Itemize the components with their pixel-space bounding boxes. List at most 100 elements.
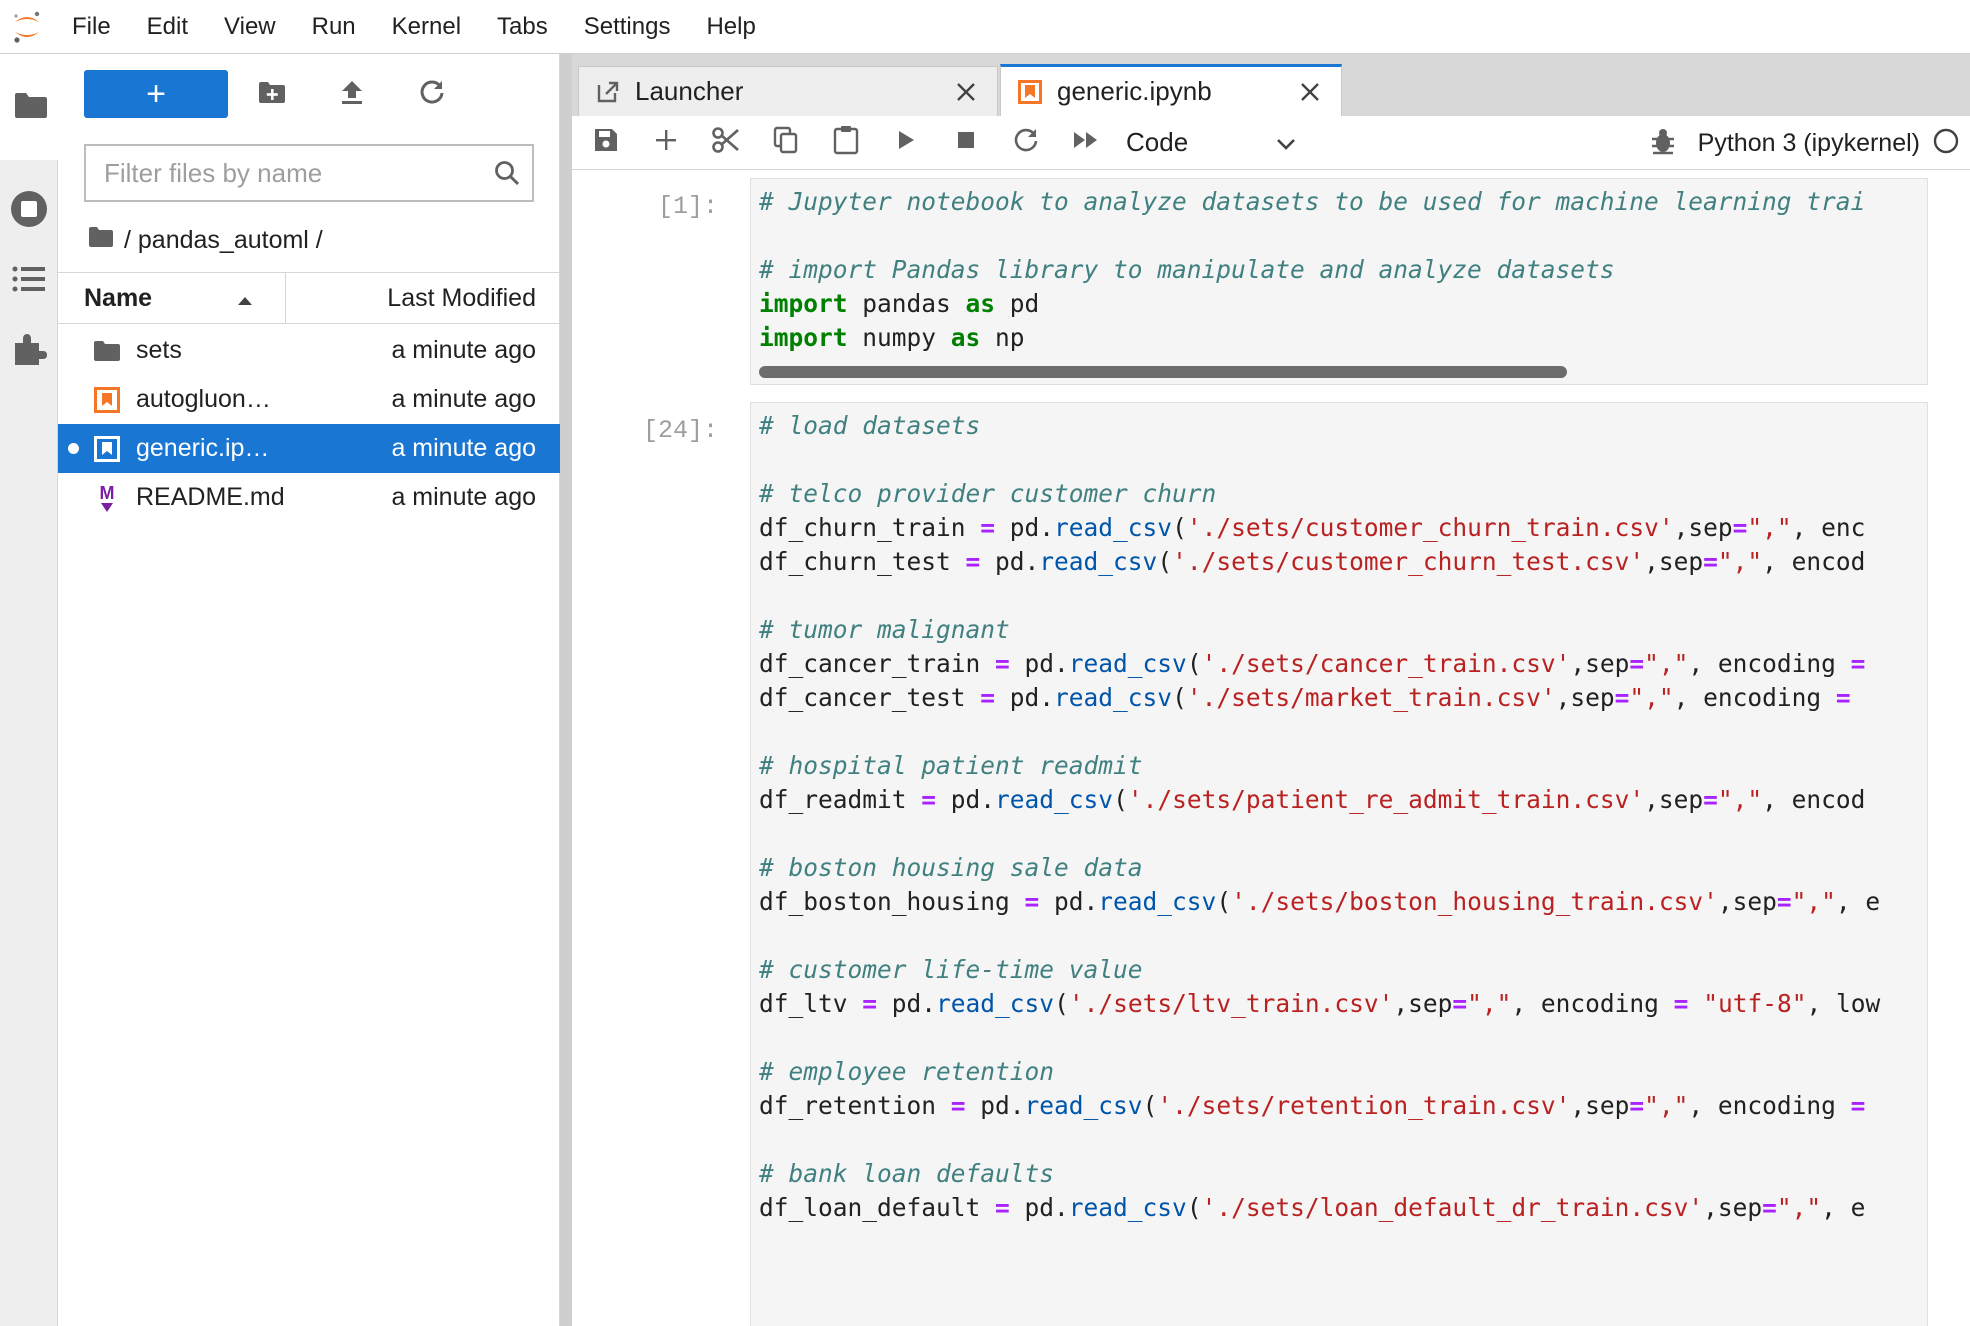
menu-kernel[interactable]: Kernel bbox=[374, 0, 479, 54]
running-sessions-tab[interactable] bbox=[0, 180, 58, 242]
breadcrumb-path[interactable]: / pandas_automl / bbox=[124, 226, 323, 255]
add-icon bbox=[654, 128, 678, 157]
code-editor[interactable]: # Jupyter notebook to analyze datasets t… bbox=[750, 178, 1928, 385]
kernel-name-button[interactable]: Python 3 (ipykernel) bbox=[1698, 129, 1920, 158]
code-cell-1[interactable]: [1]: # Jupyter notebook to analyze datas… bbox=[572, 178, 1970, 390]
code-token: = bbox=[1452, 989, 1468, 1018]
code-token: df_retention bbox=[759, 1091, 951, 1120]
code-line: df_retention = pd.read_csv('./sets/reten… bbox=[751, 1089, 1927, 1123]
code-token: , low bbox=[1806, 989, 1881, 1018]
panel-splitter[interactable] bbox=[560, 54, 572, 1326]
breadcrumb: / pandas_automl / bbox=[88, 220, 323, 260]
svg-text:M: M bbox=[100, 483, 115, 503]
file-row-autogluon[interactable]: autogluon… a minute ago bbox=[58, 375, 560, 424]
code-token: df_cancer_test bbox=[759, 683, 981, 712]
code-token: read_csv bbox=[1039, 547, 1158, 576]
code-line: # employee retention bbox=[751, 1055, 1927, 1089]
copy-icon bbox=[773, 126, 799, 159]
horizontal-scrollbar[interactable] bbox=[759, 366, 1567, 378]
close-icon[interactable] bbox=[951, 77, 981, 107]
file-listing-header: Name Last Modified bbox=[58, 272, 560, 324]
markdown-icon: M bbox=[88, 483, 126, 513]
code-token: # tumor malignant bbox=[759, 615, 1010, 644]
file-modified: a minute ago bbox=[391, 483, 536, 511]
table-of-contents-tab[interactable] bbox=[0, 250, 58, 312]
menu-tabs[interactable]: Tabs bbox=[479, 0, 566, 54]
notebook-icon bbox=[88, 385, 126, 415]
filter-files-input[interactable] bbox=[86, 157, 482, 189]
code-token: = bbox=[1850, 649, 1866, 678]
save-button[interactable] bbox=[576, 116, 636, 170]
code-token: './sets/market_train.csv' bbox=[1186, 683, 1556, 712]
debugger-bug-icon[interactable] bbox=[1650, 127, 1676, 160]
code-editor[interactable]: # load datasets # telco provider customer… bbox=[750, 402, 1928, 1326]
code-token: "," bbox=[1717, 547, 1763, 576]
code-line: # bank loan defaults bbox=[751, 1157, 1927, 1191]
code-token: # customer life-time value bbox=[759, 955, 1143, 984]
code-token: './sets/customer_churn_train.csv' bbox=[1186, 513, 1674, 542]
code-token: , encoding bbox=[1688, 1091, 1851, 1120]
tab-generic-notebook[interactable]: generic.ipynb bbox=[1000, 64, 1342, 116]
file-list: sets a minute ago autogluon… a minute ag… bbox=[58, 326, 560, 522]
menu-view[interactable]: View bbox=[206, 0, 294, 54]
column-header-last-modified[interactable]: Last Modified bbox=[286, 273, 560, 323]
refresh-button[interactable] bbox=[408, 70, 456, 118]
notebook-cells: [1]: # Jupyter notebook to analyze datas… bbox=[572, 178, 1970, 1326]
file-row-readme[interactable]: M README.md a minute ago bbox=[58, 473, 560, 522]
code-token: './sets/loan_default_dr_train.csv' bbox=[1201, 1193, 1704, 1222]
code-token: "utf-8" bbox=[1703, 989, 1807, 1018]
menu-run[interactable]: Run bbox=[294, 0, 374, 54]
cut-cell-button[interactable] bbox=[696, 116, 756, 170]
code-token: # telco provider customer churn bbox=[759, 479, 1217, 508]
code-token: ( bbox=[1157, 547, 1173, 576]
code-token: './sets/cancer_train.csv' bbox=[1201, 649, 1571, 678]
code-token: , e bbox=[1835, 887, 1881, 916]
column-header-name[interactable]: Name bbox=[58, 273, 286, 323]
restart-kernel-button[interactable] bbox=[996, 116, 1056, 170]
tab-label: generic.ipynb bbox=[1057, 76, 1212, 106]
insert-cell-button[interactable] bbox=[636, 116, 696, 170]
breadcrumb-home-folder-icon[interactable] bbox=[88, 226, 114, 255]
code-token: = bbox=[1614, 683, 1630, 712]
menu-settings[interactable]: Settings bbox=[566, 0, 689, 54]
new-folder-button[interactable] bbox=[248, 70, 296, 118]
document-tab-bar: Launcher generic.ipynb bbox=[572, 54, 1970, 116]
interrupt-kernel-button[interactable] bbox=[936, 116, 996, 170]
file-browser-tab[interactable] bbox=[0, 54, 58, 160]
upload-button[interactable] bbox=[328, 70, 376, 118]
code-token: read_csv bbox=[1054, 513, 1173, 542]
code-token: = bbox=[1703, 547, 1718, 576]
cell-type-select[interactable]: Code bbox=[1126, 127, 1296, 158]
code-token: read_csv bbox=[1054, 683, 1173, 712]
file-row-generic-notebook[interactable]: generic.ip… a minute ago bbox=[58, 424, 560, 473]
code-token: "," bbox=[1717, 785, 1763, 814]
paste-cell-button[interactable] bbox=[816, 116, 876, 170]
launcher-icon bbox=[593, 77, 623, 107]
copy-cell-button[interactable] bbox=[756, 116, 816, 170]
code-token: df_loan_default bbox=[759, 1193, 996, 1222]
jupyter-logo-icon[interactable] bbox=[0, 0, 54, 54]
file-row-sets[interactable]: sets a minute ago bbox=[58, 326, 560, 375]
menu-edit[interactable]: Edit bbox=[129, 0, 206, 54]
menu-help[interactable]: Help bbox=[688, 0, 773, 54]
extension-manager-tab[interactable] bbox=[0, 320, 58, 382]
code-line: # import Pandas library to manipulate an… bbox=[751, 253, 1927, 287]
run-cell-button[interactable] bbox=[876, 116, 936, 170]
code-token: import bbox=[759, 289, 848, 318]
close-icon[interactable] bbox=[1295, 77, 1325, 107]
code-token: read_csv bbox=[1024, 1091, 1143, 1120]
menu-file[interactable]: File bbox=[54, 0, 129, 54]
tab-launcher[interactable]: Launcher bbox=[578, 66, 998, 116]
new-launcher-button[interactable]: + bbox=[84, 70, 228, 118]
code-token: # import Pandas library to manipulate an… bbox=[759, 255, 1615, 284]
code-token: read_csv bbox=[995, 785, 1114, 814]
code-line: import numpy as np bbox=[751, 321, 1927, 355]
code-token: # hospital patient readmit bbox=[759, 751, 1143, 780]
code-cell-24[interactable]: [24]: # load datasets # telco provider cu… bbox=[572, 402, 1970, 1326]
code-token: pd. bbox=[1009, 1193, 1069, 1222]
code-line: # load datasets bbox=[751, 409, 1927, 443]
restart-run-all-button[interactable] bbox=[1056, 116, 1116, 170]
